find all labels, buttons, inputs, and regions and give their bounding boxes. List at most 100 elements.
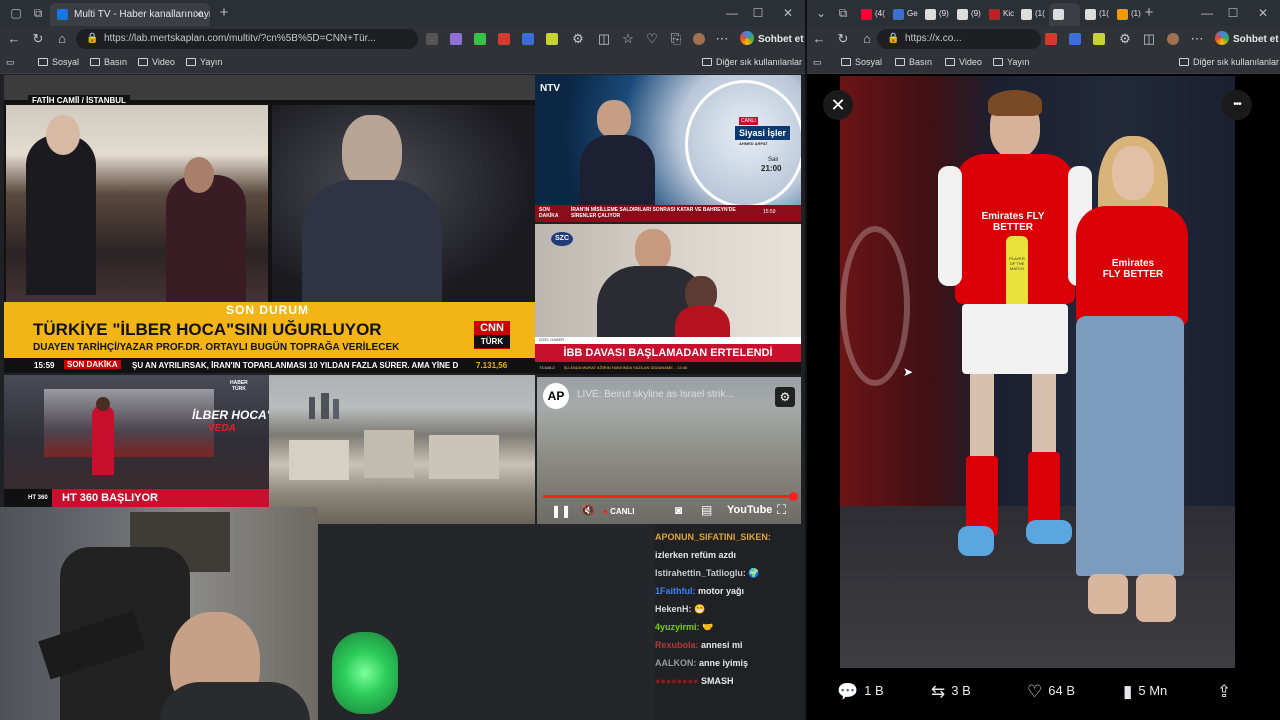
bookmark-folder-sosyal[interactable]: Sosyal xyxy=(38,57,79,67)
right-tab-5[interactable]: (1( xyxy=(1017,3,1048,26)
tab-favicon-icon xyxy=(1053,9,1064,20)
extension-icon-6[interactable] xyxy=(546,33,558,45)
views-button[interactable]: ▮ 5 Mn xyxy=(1123,682,1167,702)
extension-icon-3[interactable] xyxy=(1093,33,1105,45)
post-photo[interactable]: Emirates FLY BETTER PLAYER OF THE MATCH … xyxy=(840,76,1235,668)
collections-icon[interactable]: ⎘ xyxy=(668,31,684,47)
sidebar-toggle-icon[interactable]: ▢ xyxy=(8,5,24,21)
new-tab-button[interactable]: + xyxy=(216,5,232,21)
home-icon[interactable]: ⌂ xyxy=(54,31,70,46)
tab-close-icon[interactable]: ✕ xyxy=(194,8,203,21)
address-bar-right[interactable]: 🔒 https://x.co... xyxy=(877,29,1041,49)
progress-handle[interactable] xyxy=(789,492,798,501)
right-tab-0[interactable]: (4( xyxy=(857,3,888,26)
split-screen-icon[interactable]: ◫ xyxy=(596,31,612,47)
puzzle-icon[interactable]: ⚙ xyxy=(1117,31,1133,47)
extension-icon-4[interactable] xyxy=(498,33,510,45)
maximize-button[interactable]: ☐ xyxy=(1225,5,1241,21)
bookmark-folder-yayin[interactable]: Yayın xyxy=(186,57,222,67)
minimize-button[interactable]: — xyxy=(724,5,740,21)
close-window-button[interactable]: ✕ xyxy=(780,5,796,21)
extension-icon-3[interactable] xyxy=(474,33,486,45)
repost-button[interactable]: ⇆ 3 B xyxy=(931,682,971,702)
settings-gear-icon[interactable]: ⚙ xyxy=(775,387,795,407)
extension-icon-1[interactable] xyxy=(1045,33,1057,45)
haberturk-video[interactable]: HABER TÜRK İLBER HOCA'YA VEDA HT 360 HT … xyxy=(4,375,269,507)
right-tab-7[interactable]: (1( xyxy=(1081,3,1112,26)
split-screen-icon[interactable]: ◫ xyxy=(1141,31,1157,47)
right-tab-6[interactable] xyxy=(1049,3,1080,26)
ap-video-title[interactable]: LIVE: Beirut skyline as Israel strik... xyxy=(577,389,734,400)
bookmark-folder-sosyal[interactable]: Sosyal xyxy=(841,57,882,67)
close-icon[interactable]: ✕ xyxy=(823,90,853,120)
bookmark-folder-other[interactable]: Diğer sık kullanılanlar xyxy=(702,57,802,67)
chat-text: izlerken refüm azdı xyxy=(655,550,737,560)
bookmark-folder-yayin[interactable]: Yayın xyxy=(993,57,1029,67)
subtitles-icon[interactable]: ▤ xyxy=(701,503,712,517)
minimize-button[interactable]: — xyxy=(1199,5,1215,21)
chat-username[interactable]: Rexubola: xyxy=(655,640,699,650)
more-menu-icon[interactable]: ⋯ xyxy=(1189,31,1205,47)
cnn-turk-video[interactable]: FATİH CAMİİ / İSTANBUL SON DURUM TÜRKİYE… xyxy=(4,75,535,373)
chat-username[interactable]: AALKON: xyxy=(655,658,697,668)
sozcu-tv-video[interactable]: SZC ÖZEL HABER İBB DAVASI BAŞLAMADAN ERT… xyxy=(535,224,801,374)
workspaces-icon[interactable]: ⧉ xyxy=(835,5,851,21)
chat-username[interactable]: APONUN_SIFATINI_SIKEN: xyxy=(655,532,771,542)
right-tab-8[interactable]: (1) xyxy=(1113,3,1144,26)
profile-avatar[interactable] xyxy=(1167,33,1179,45)
browser-essentials-icon[interactable]: ♡ xyxy=(644,31,660,47)
right-tab-1[interactable]: Ge xyxy=(889,3,920,26)
right-tab-3[interactable]: (9) xyxy=(953,3,984,26)
tab-actions-icon[interactable]: ⌄ xyxy=(813,5,829,21)
bookmark-folder-basin[interactable]: Basın xyxy=(895,57,932,67)
more-menu-icon[interactable]: ⋯ xyxy=(714,31,730,47)
maximize-button[interactable]: ☐ xyxy=(750,5,766,21)
ntv-video[interactable]: NTV CANLI Siyasi İşler AHMED ARPAT Salı … xyxy=(535,75,801,222)
favorites-icon[interactable]: ☆ xyxy=(620,31,636,47)
address-bar[interactable]: 🔒 https://lab.mertskaplan.com/multitv/?c… xyxy=(76,29,418,49)
tab-multi-tv[interactable]: Multi TV - Haber kanallarını aynı a ✕ xyxy=(50,3,210,26)
close-window-button[interactable]: ✕ xyxy=(1255,5,1271,21)
chat-username[interactable]: ●●●●●●●● xyxy=(655,676,699,686)
right-tab-4[interactable]: Kic xyxy=(985,3,1016,26)
city-skyline-video[interactable] xyxy=(269,375,535,524)
bookmark-folder-video[interactable]: Video xyxy=(138,57,175,67)
profile-avatar[interactable] xyxy=(693,33,705,45)
chat-username[interactable]: Istirahettin_Tatlioglu: xyxy=(655,568,746,578)
chat-username[interactable]: 4yuzyirmi: xyxy=(655,622,700,632)
bookmark-folder-video[interactable]: Video xyxy=(945,57,982,67)
favbar-menu-icon[interactable]: ▭ xyxy=(813,57,822,68)
video-progress-bar[interactable] xyxy=(543,495,793,498)
right-tab-2[interactable]: (9) xyxy=(921,3,952,26)
ap-youtube-video[interactable]: AP LIVE: Beirut skyline as Israel strik.… xyxy=(537,377,801,524)
home-icon[interactable]: ⌂ xyxy=(859,31,875,46)
back-icon[interactable]: ← xyxy=(6,31,22,46)
fullscreen-icon[interactable]: ⛶ xyxy=(777,502,786,518)
chat-username[interactable]: HekenH: xyxy=(655,604,692,614)
mute-icon[interactable]: 🔇 xyxy=(581,504,595,517)
extension-icon-1[interactable] xyxy=(426,33,438,45)
reply-button[interactable]: 💬 1 B xyxy=(837,682,884,702)
extension-icon-2[interactable] xyxy=(450,33,462,45)
more-options-icon[interactable]: ••• xyxy=(1222,90,1252,120)
pause-icon[interactable]: ❚❚ xyxy=(551,504,571,518)
back-icon[interactable]: ← xyxy=(811,31,827,46)
copilot-chat-button[interactable]: Sohbet et xyxy=(1215,31,1279,45)
workspaces-icon[interactable]: ⧉ xyxy=(30,5,46,21)
reload-icon[interactable]: ↻ xyxy=(835,31,851,47)
like-button[interactable]: ♡ 64 B xyxy=(1027,682,1075,702)
bookmark-folder-other[interactable]: Diğer sık kullanılanlar xyxy=(1179,57,1279,67)
multitv-favicon-icon xyxy=(57,9,68,20)
chat-username[interactable]: 1Faithful: xyxy=(655,586,696,596)
copilot-chat-button[interactable]: Sohbet et xyxy=(740,31,804,45)
new-tab-button[interactable]: + xyxy=(1141,5,1157,21)
share-button[interactable]: ⇪ xyxy=(1217,682,1237,702)
extension-icon-2[interactable] xyxy=(1069,33,1081,45)
reload-icon[interactable]: ↻ xyxy=(30,31,46,47)
extension-icon-5[interactable] xyxy=(522,33,534,45)
bookmark-folder-basin[interactable]: Basın xyxy=(90,57,127,67)
favbar-menu-icon[interactable]: ▭ xyxy=(6,57,15,68)
youtube-logo[interactable]: YouTube xyxy=(727,504,772,516)
puzzle-icon[interactable]: ⚙ xyxy=(570,31,586,47)
screenshot-icon[interactable]: ◙ xyxy=(675,503,682,517)
